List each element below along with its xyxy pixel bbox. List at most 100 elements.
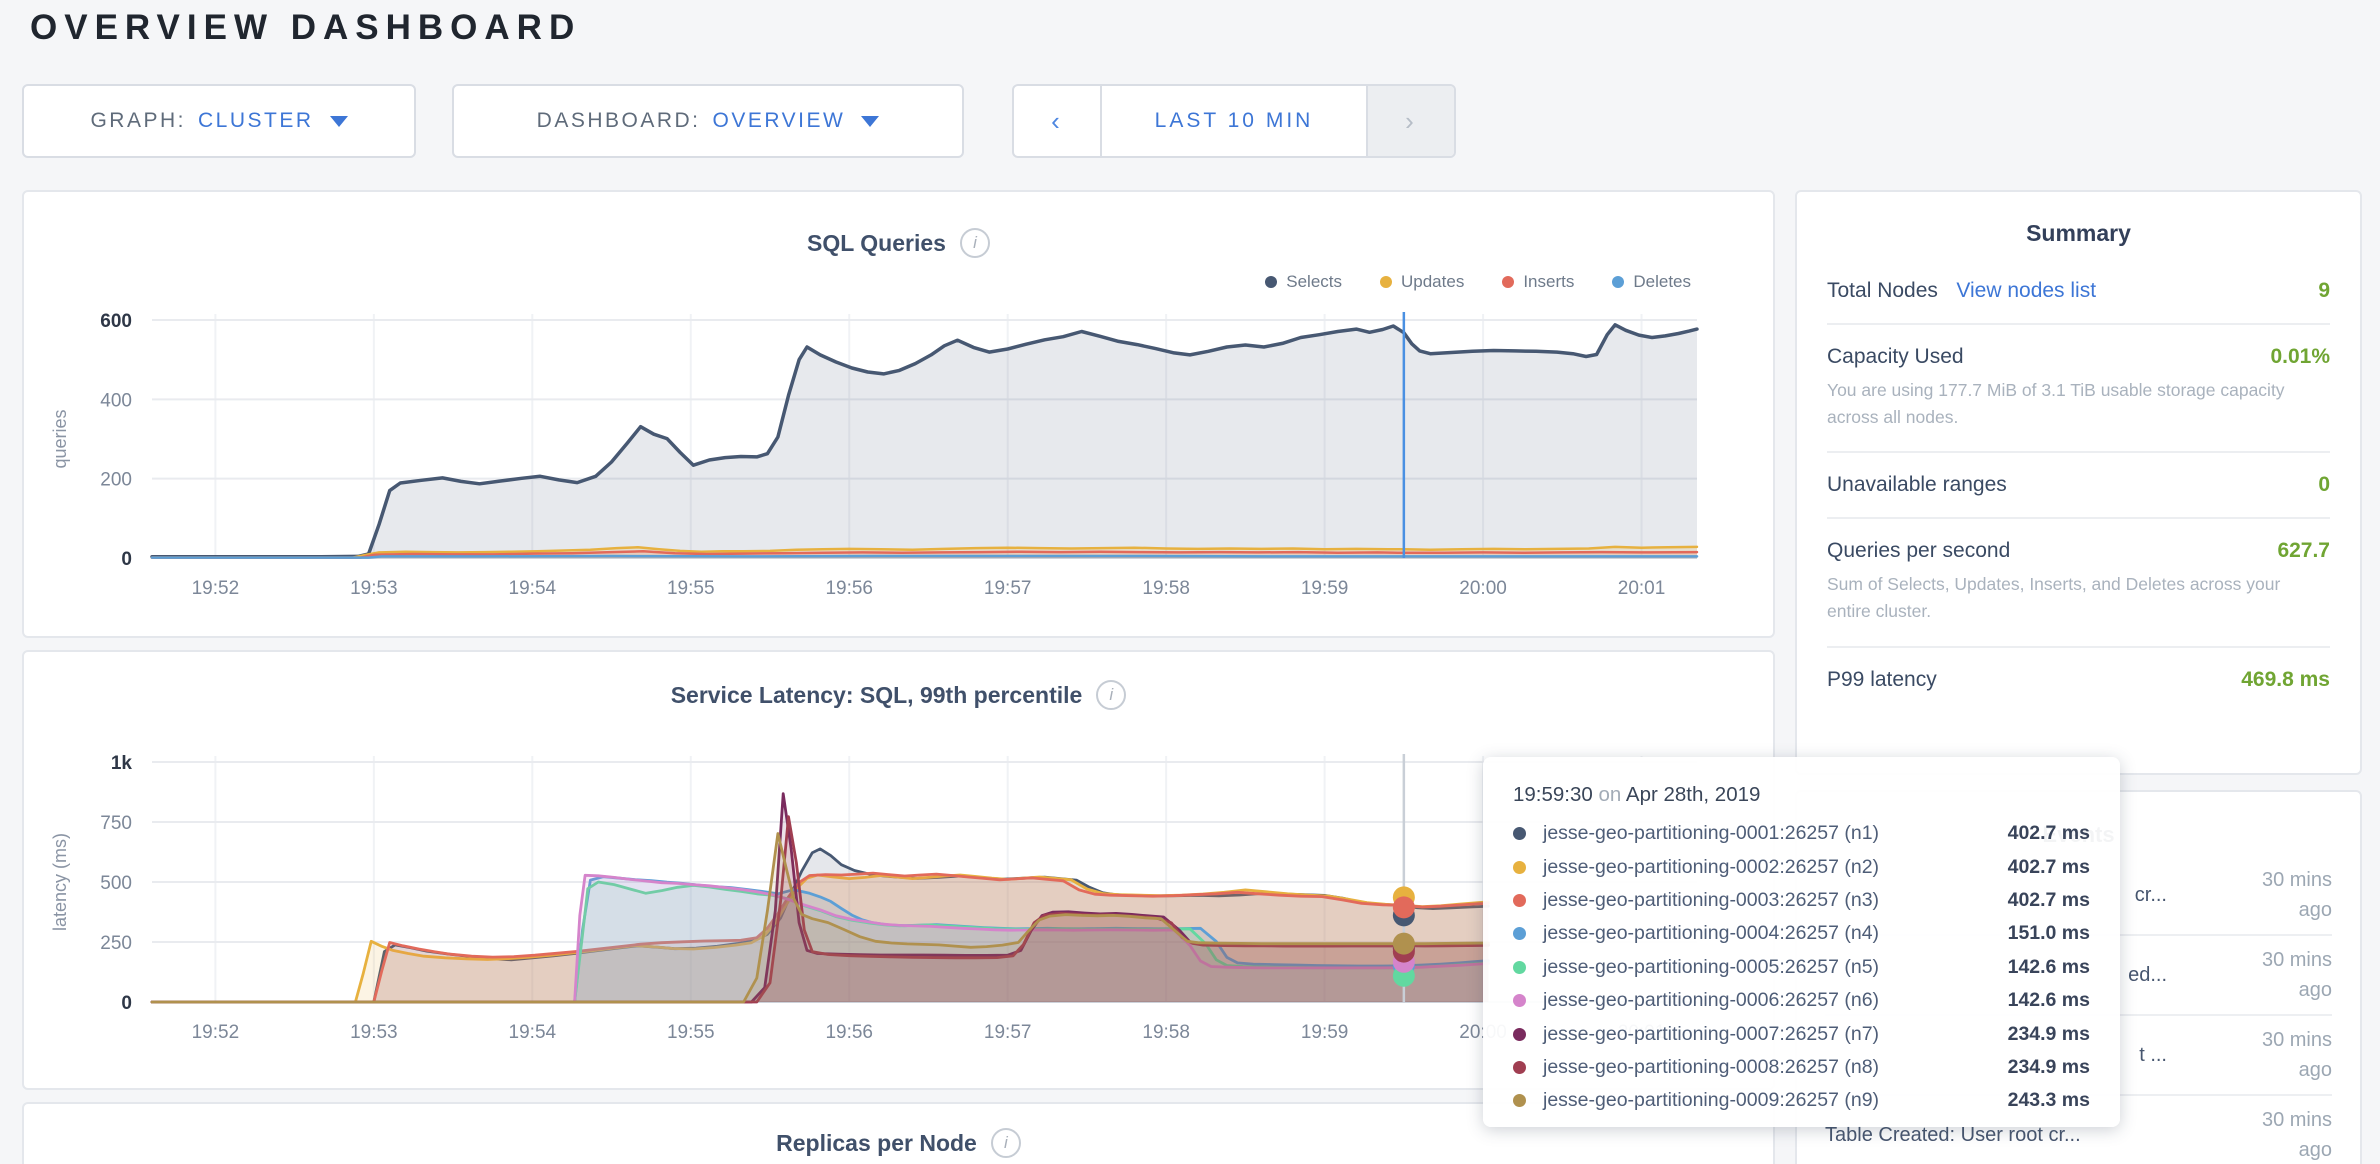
info-icon[interactable]: i [991, 1128, 1021, 1158]
sql-queries-chart[interactable]: 19:52 19:53 19:54 19:55 19:56 19:57 19:58 19:59… [24, 192, 1777, 640]
svg-text:200: 200 [100, 470, 132, 491]
tooltip-node-row: jesse-geo-partitioning-0002:26257 (n2)40… [1513, 850, 2090, 883]
p99-latency-label: P99 latency [1827, 668, 1937, 692]
event-time: 30 mins ago [2237, 1025, 2332, 1085]
svg-text:19:58: 19:58 [1142, 1022, 1190, 1043]
node-name: jesse-geo-partitioning-0001:26257 (n1) [1543, 822, 2008, 845]
node-name: jesse-geo-partitioning-0005:26257 (n5) [1543, 956, 2008, 979]
capacity-used-value: 0.01% [2270, 345, 2330, 369]
svg-text:19:53: 19:53 [350, 1022, 398, 1043]
svg-text:19:52: 19:52 [192, 1022, 240, 1043]
node-latency-value: 402.7 ms [2008, 856, 2090, 879]
node-latency-value: 402.7 ms [2008, 822, 2090, 845]
time-window-prev-button[interactable]: ‹ [1014, 86, 1102, 156]
chart-hover-tooltip: 19:59:30 on Apr 28th, 2019 jesse-geo-par… [1483, 757, 2120, 1127]
dashboard-dropdown[interactable]: DASHBOARD: OVERVIEW [452, 84, 964, 158]
event-time: 30 mins ago [2237, 865, 2332, 925]
tooltip-node-row: jesse-geo-partitioning-0004:26257 (n4)15… [1513, 917, 2090, 950]
view-nodes-list-link[interactable]: View nodes list [1956, 279, 2096, 302]
tooltip-timestamp: 19:59:30 on Apr 28th, 2019 [1513, 783, 2090, 807]
tooltip-node-row: jesse-geo-partitioning-0005:26257 (n5)14… [1513, 951, 2090, 984]
node-name: jesse-geo-partitioning-0006:26257 (n6) [1543, 989, 2008, 1012]
svg-text:20:01: 20:01 [1618, 578, 1666, 599]
node-color-dot-icon [1513, 1094, 1526, 1107]
node-color-dot-icon [1513, 1061, 1526, 1074]
svg-text:19:54: 19:54 [509, 1022, 557, 1043]
svg-text:19:53: 19:53 [350, 578, 398, 599]
time-window-next-button[interactable]: › [1366, 86, 1454, 156]
summary-qps-row: Queries per second 627.7 Sum of Selects,… [1827, 517, 2330, 645]
dashboard-dropdown-label: DASHBOARD: [537, 109, 701, 133]
svg-text:19:52: 19:52 [192, 578, 240, 599]
node-color-dot-icon [1513, 961, 1526, 974]
summary-panel: Summary Total Nodes View nodes list 9 Ca… [1795, 190, 2362, 775]
svg-text:19:54: 19:54 [509, 578, 557, 599]
node-latency-value: 243.3 ms [2008, 1089, 2090, 1112]
node-color-dot-icon [1513, 994, 1526, 1007]
svg-text:19:57: 19:57 [984, 1022, 1032, 1043]
node-color-dot-icon [1513, 894, 1526, 907]
node-color-dot-icon [1513, 827, 1526, 840]
tooltip-rows: jesse-geo-partitioning-0001:26257 (n1)40… [1513, 817, 2090, 1118]
svg-text:19:56: 19:56 [825, 1022, 873, 1043]
chevron-down-icon [330, 116, 348, 127]
svg-text:1k: 1k [111, 753, 133, 774]
time-window-label[interactable]: LAST 10 MIN [1102, 86, 1366, 156]
summary-title: Summary [1827, 192, 2330, 259]
svg-text:750: 750 [100, 813, 132, 834]
svg-text:19:58: 19:58 [1142, 578, 1190, 599]
node-latency-value: 234.9 ms [2008, 1056, 2090, 1079]
node-name: jesse-geo-partitioning-0002:26257 (n2) [1543, 856, 2008, 879]
event-time: 30 mins ago [2237, 945, 2332, 1005]
svg-text:19:56: 19:56 [825, 578, 873, 599]
chevron-down-icon [861, 116, 879, 127]
capacity-used-label: Capacity Used [1827, 345, 1964, 369]
svg-text:400: 400 [100, 390, 132, 411]
svg-text:500: 500 [100, 873, 132, 894]
unavailable-ranges-label: Unavailable ranges [1827, 473, 2007, 497]
node-latency-value: 234.9 ms [2008, 1023, 2090, 1046]
sql-queries-card: SQL Queries i SelectsUpdatesInsertsDelet… [22, 190, 1775, 638]
chevron-right-icon: › [1405, 106, 1417, 137]
overview-dashboard-page: OVERVIEW DASHBOARD GRAPH: CLUSTER DASHBO… [0, 0, 2380, 1164]
svg-text:19:55: 19:55 [667, 578, 715, 599]
qps-value: 627.7 [2277, 539, 2330, 563]
svg-text:19:59: 19:59 [1301, 578, 1349, 599]
svg-text:19:55: 19:55 [667, 1022, 715, 1043]
chevron-left-icon: ‹ [1051, 106, 1063, 137]
graph-dropdown[interactable]: GRAPH: CLUSTER [22, 84, 416, 158]
node-latency-value: 142.6 ms [2008, 989, 2090, 1012]
node-color-dot-icon [1513, 1028, 1526, 1041]
svg-text:19:59: 19:59 [1301, 1022, 1349, 1043]
tooltip-node-row: jesse-geo-partitioning-0006:26257 (n6)14… [1513, 984, 2090, 1017]
node-latency-value: 142.6 ms [2008, 956, 2090, 979]
svg-text:0: 0 [121, 549, 132, 570]
svg-text:600: 600 [100, 311, 132, 332]
summary-total-nodes-row: Total Nodes View nodes list 9 [1827, 259, 2330, 323]
total-nodes-label: Total Nodes [1827, 279, 1938, 302]
replicas-per-node-title: Replicas per Node i [24, 1128, 1773, 1158]
node-name: jesse-geo-partitioning-0009:26257 (n9) [1543, 1089, 2008, 1112]
summary-capacity-row: Capacity Used 0.01% You are using 177.7 … [1827, 323, 2330, 451]
unavailable-ranges-value: 0 [2318, 473, 2330, 497]
dashboard-dropdown-value: OVERVIEW [713, 109, 846, 133]
node-name: jesse-geo-partitioning-0003:26257 (n3) [1543, 889, 2008, 912]
page-title: OVERVIEW DASHBOARD [30, 8, 581, 48]
qps-label: Queries per second [1827, 539, 2010, 563]
summary-p99-row: P99 latency 469.8 ms [1827, 646, 2330, 712]
svg-text:latency (ms): latency (ms) [50, 833, 70, 931]
tooltip-node-row: jesse-geo-partitioning-0009:26257 (n9)24… [1513, 1084, 2090, 1117]
event-time: 30 mins ago [2237, 1105, 2332, 1164]
tooltip-node-row: jesse-geo-partitioning-0007:26257 (n7)23… [1513, 1017, 2090, 1050]
svg-text:250: 250 [100, 933, 132, 954]
graph-dropdown-label: GRAPH: [90, 109, 186, 133]
svg-text:19:57: 19:57 [984, 578, 1032, 599]
svg-text:20:00: 20:00 [1459, 578, 1507, 599]
time-window-selector: ‹ LAST 10 MIN › [1012, 84, 1456, 158]
node-name: jesse-geo-partitioning-0004:26257 (n4) [1543, 922, 2008, 945]
p99-latency-value: 469.8 ms [2241, 668, 2330, 692]
node-name: jesse-geo-partitioning-0008:26257 (n8) [1543, 1056, 2008, 1079]
tooltip-node-row: jesse-geo-partitioning-0001:26257 (n1)40… [1513, 817, 2090, 850]
node-latency-value: 402.7 ms [2008, 889, 2090, 912]
graph-dropdown-value: CLUSTER [198, 109, 314, 133]
